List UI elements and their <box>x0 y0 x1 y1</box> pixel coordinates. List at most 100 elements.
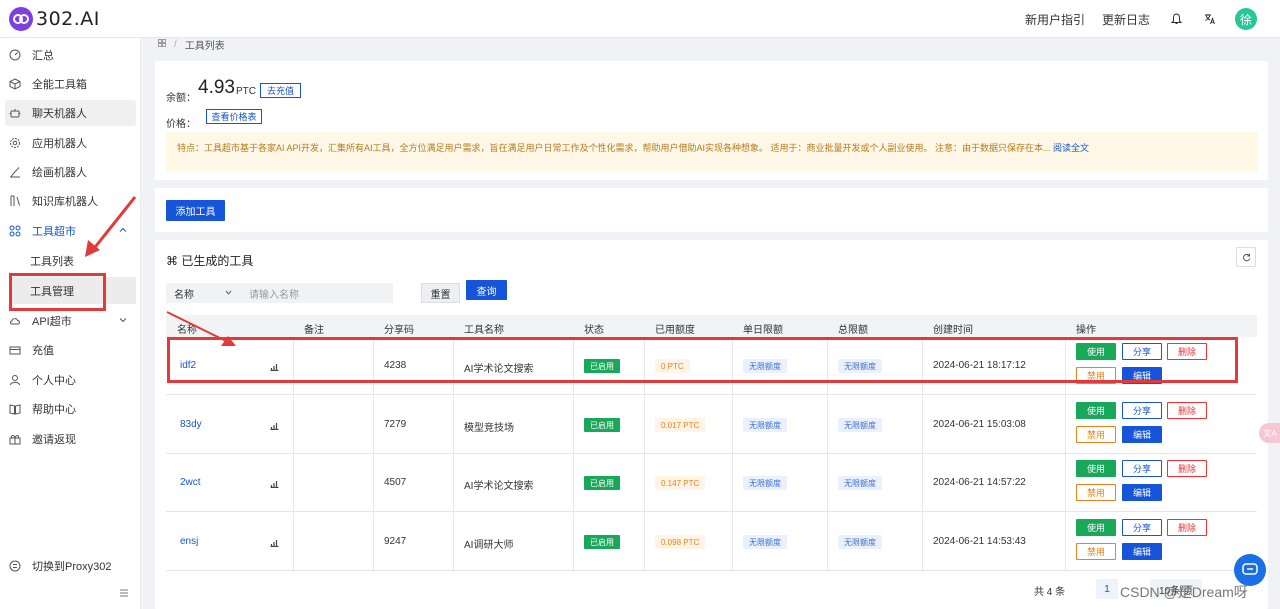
delete-button[interactable]: 删除 <box>1167 402 1207 419</box>
filter-field-select[interactable]: 名称 <box>166 283 240 303</box>
feature-notice: 特点：工具超市基于各家AI API开发，汇集所有AI工具，全方位满足用户需求，旨… <box>166 132 1258 171</box>
refresh-icon[interactable] <box>1236 247 1256 267</box>
col-header: 已用额度 <box>655 325 695 336</box>
sidebar-item-invite[interactable]: 邀请返现 <box>5 426 136 452</box>
reset-button[interactable]: 重置 <box>421 283 460 303</box>
use-button[interactable]: 使用 <box>1076 519 1116 536</box>
chevron-up-icon <box>119 227 127 232</box>
col-header: 单日限额 <box>743 325 783 336</box>
changelog-link[interactable]: 更新日志 <box>1102 11 1150 28</box>
column-divider <box>293 396 294 453</box>
bell-icon[interactable] <box>1167 10 1185 28</box>
stats-bars-icon[interactable] <box>270 421 279 430</box>
annotation-highlight-box <box>167 337 1238 383</box>
read-more-link[interactable]: 阅读全文 <box>1053 143 1089 153</box>
share-button[interactable]: 分享 <box>1122 460 1162 477</box>
col-header: 工具名称 <box>464 325 504 336</box>
collapse-sidebar-icon[interactable] <box>119 588 131 600</box>
sidebar-item-label: API超市 <box>32 316 72 328</box>
column-divider <box>827 454 828 511</box>
annotation-highlight-box <box>9 273 106 311</box>
delete-button[interactable]: 删除 <box>1167 460 1207 477</box>
use-button[interactable]: 使用 <box>1076 402 1116 419</box>
edit-button[interactable]: 编辑 <box>1122 543 1162 560</box>
sidebar-item-summary[interactable]: 汇总 <box>5 42 136 68</box>
daily-limit-badge: 无限额度 <box>743 418 787 432</box>
sidebar-item-profile[interactable]: 个人中心 <box>5 367 136 393</box>
switch-proxy-link[interactable]: 切换到Proxy302 <box>5 553 136 579</box>
sidebar-item-toolbox[interactable]: 全能工具箱 <box>5 71 136 97</box>
book-icon <box>8 403 21 416</box>
share-button[interactable]: 分享 <box>1122 402 1162 419</box>
avatar[interactable]: 徐 <box>1235 8 1257 30</box>
price-table-button[interactable]: 查看价格表 <box>206 109 262 124</box>
translate-icon[interactable] <box>1201 10 1219 28</box>
sidebar-sub-tool-list[interactable]: 工具列表 <box>10 247 136 274</box>
translate-float-icon[interactable]: 文A <box>1259 423 1280 443</box>
edit-button[interactable]: 编辑 <box>1122 426 1162 443</box>
sidebar-item-label: 个人中心 <box>32 375 76 387</box>
sidebar-item-knowledgebot[interactable]: 知识库机器人 <box>5 188 136 214</box>
edit-button[interactable]: 编辑 <box>1122 484 1162 501</box>
sidebar-item-api-market[interactable]: API超市 <box>5 308 136 334</box>
new-user-guide-link[interactable]: 新用户指引 <box>1025 11 1085 28</box>
use-button[interactable]: 使用 <box>1076 460 1116 477</box>
stats-bars-icon[interactable] <box>270 538 279 547</box>
stats-bars-icon[interactable] <box>270 479 279 488</box>
grid-icon <box>8 225 21 238</box>
column-divider <box>922 513 923 570</box>
sidebar-item-label: 聊天机器人 <box>32 108 87 120</box>
sidebar-item-label: 切换到Proxy302 <box>32 561 112 573</box>
disable-button[interactable]: 禁用 <box>1076 484 1116 501</box>
sidebar-item-help[interactable]: 帮助中心 <box>5 396 136 422</box>
query-button[interactable]: 查询 <box>466 280 507 300</box>
tool-name-link[interactable]: ensj <box>180 536 198 547</box>
home-grid-icon[interactable] <box>158 39 166 50</box>
pager-page-button[interactable]: 1 <box>1096 579 1118 599</box>
delete-button[interactable]: 删除 <box>1167 519 1207 536</box>
breadcrumb: / 工具列表 <box>158 37 225 52</box>
share-code: 7279 <box>384 419 407 430</box>
sidebar-item-label: 邀请返现 <box>32 434 76 446</box>
sidebar-item-label: 知识库机器人 <box>32 196 98 208</box>
total-limit-badge: 无限额度 <box>838 418 882 432</box>
balance-value: 4.93 <box>198 77 235 98</box>
tool-name-link[interactable]: 2wct <box>180 477 201 488</box>
sidebar-item-appbot[interactable]: 应用机器人 <box>5 130 136 156</box>
column-divider <box>453 396 454 453</box>
gear-bot-icon <box>8 137 21 150</box>
name-search-input[interactable]: 请输入名称 <box>240 283 393 303</box>
logo-mark-icon <box>9 6 33 31</box>
col-header: 总限额 <box>838 325 868 336</box>
used-quota-badge: 0.147 PTC <box>655 476 706 490</box>
table-row: 2wct 4507 AI学术论文搜索 已启用 0.147 PTC 无限额度 无限额度 2024… <box>166 454 1257 512</box>
daily-limit-badge: 无限额度 <box>743 476 787 490</box>
status-badge: 已启用 <box>584 476 620 490</box>
sidebar-item-chatbot[interactable]: 聊天机器人 <box>5 100 136 126</box>
column-divider <box>1065 513 1066 570</box>
add-tool-button[interactable]: 添加工具 <box>166 200 225 221</box>
column-divider <box>573 454 574 511</box>
column-divider <box>373 396 374 453</box>
sidebar-item-tool-market[interactable]: 工具超市 <box>5 218 136 244</box>
table-row: 83dy 7279 模型竞技场 已启用 0.017 PTC 无限额度 无限额度 2024-06… <box>166 396 1257 454</box>
account-card: 余额： 4.93 PTC 去充值 价格： 查看价格表 特点：工具超市基于各家AI… <box>155 61 1268 180</box>
share-button[interactable]: 分享 <box>1122 519 1162 536</box>
sidebar-item-recharge[interactable]: 充值 <box>5 337 136 363</box>
disable-button[interactable]: 禁用 <box>1076 543 1116 560</box>
column-divider <box>732 454 733 511</box>
disable-button[interactable]: 禁用 <box>1076 426 1116 443</box>
col-header: 操作 <box>1076 325 1096 336</box>
total-limit-badge: 无限额度 <box>838 476 882 490</box>
column-divider <box>732 396 733 453</box>
tool-type-name: 模型竞技场 <box>464 423 514 434</box>
tools-section-title: ⌘ 已生成的工具 <box>166 254 254 268</box>
logo[interactable]: 302.AI <box>9 6 100 31</box>
recharge-button[interactable]: 去充值 <box>260 83 301 98</box>
tool-name-link[interactable]: 83dy <box>180 419 202 430</box>
sidebar-item-drawbot[interactable]: 绘画机器人 <box>5 159 136 185</box>
sidebar-item-label: 帮助中心 <box>32 404 76 416</box>
daily-limit-badge: 无限额度 <box>743 535 787 549</box>
column-divider <box>373 513 374 570</box>
column-divider <box>573 396 574 453</box>
